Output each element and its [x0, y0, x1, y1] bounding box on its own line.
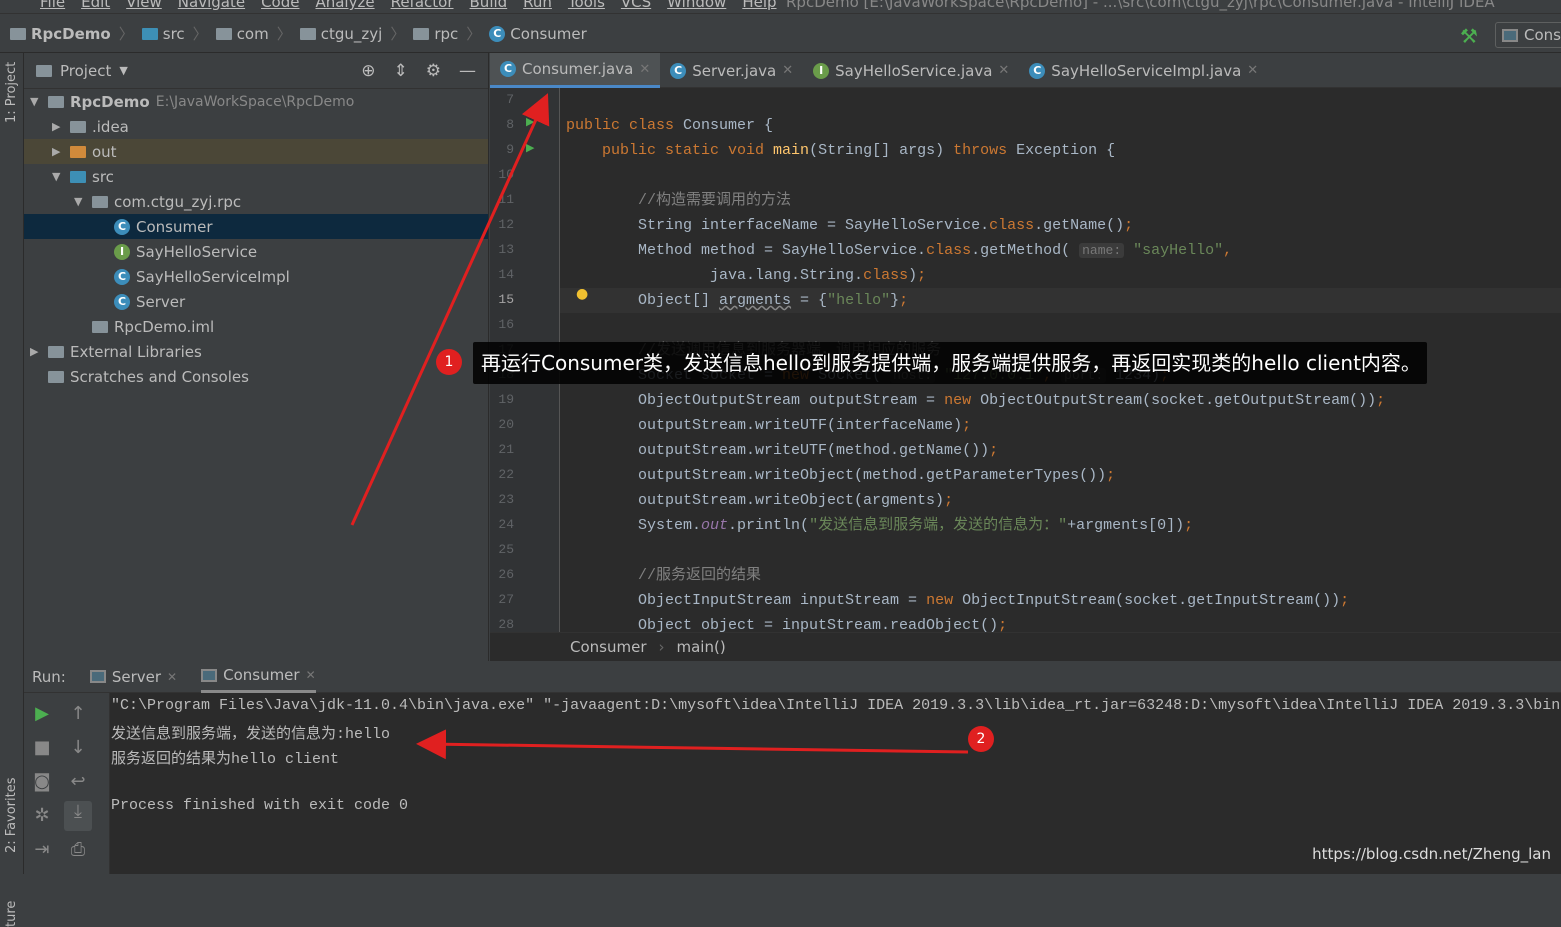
annotation-arrow-1 [350, 93, 550, 526]
annotation-badge-2: 2 [968, 726, 994, 752]
watermark: https://blog.csdn.net/Zheng_lan [1312, 845, 1551, 863]
annotation-arrow-2 [416, 729, 969, 760]
structure-tool-tab[interactable]: ture [4, 901, 19, 927]
annotation-badge-1: 1 [436, 349, 462, 375]
annotation-caption: 再运行Consumer类，发送信息hello到服务提供端，服务端提供服务，再返回… [473, 342, 1427, 384]
annotation-arrows [350, 93, 969, 760]
